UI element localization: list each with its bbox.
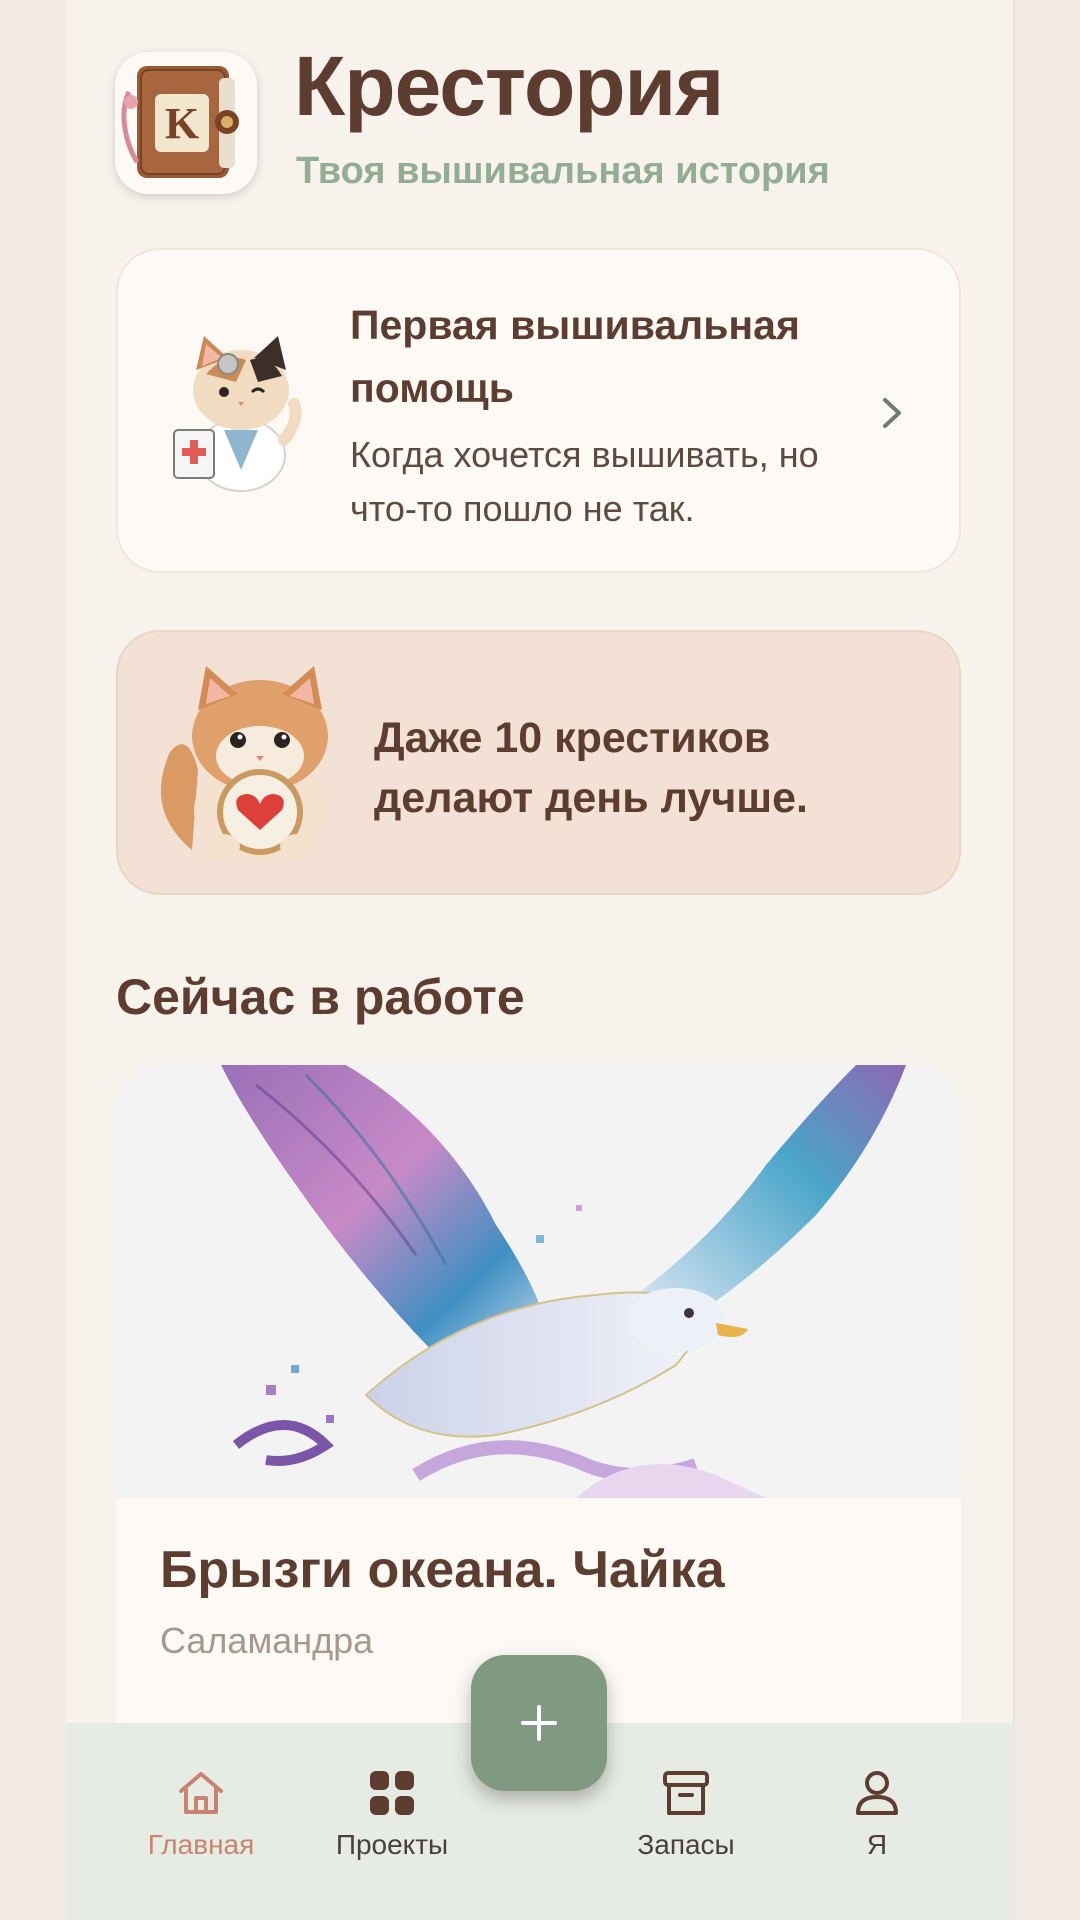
nav-label-projects: Проекты xyxy=(335,1829,449,1860)
motivation-text: Даже 10 крестиков делают день лучше. xyxy=(374,714,808,822)
grid-icon xyxy=(370,1771,414,1815)
nav-item-home[interactable]: Главная xyxy=(116,1767,286,1887)
first-aid-title: Первая вышивальная помощь xyxy=(350,302,800,411)
first-aid-card[interactable]: Первая вышивальная помощь Когда хочется … xyxy=(116,248,961,573)
cat-doctor-illustration xyxy=(173,336,302,492)
add-project-button[interactable] xyxy=(471,1655,607,1791)
cat-heart-illustration xyxy=(160,666,328,862)
project-image xyxy=(116,1065,961,1498)
user-icon xyxy=(856,1771,898,1815)
motivation-card: Даже 10 крестиков делают день лучше. xyxy=(116,630,961,895)
nav-label-home: Главная xyxy=(147,1829,255,1860)
app-logo: K xyxy=(115,52,257,194)
section-title: Сейчас в работе xyxy=(116,969,525,1025)
project-author: Саламандра xyxy=(160,1620,374,1661)
screen-edge xyxy=(1013,0,1015,1920)
nav-item-profile[interactable]: Я xyxy=(792,1767,962,1887)
plus-icon xyxy=(521,1705,557,1741)
nav-item-projects[interactable]: Проекты xyxy=(307,1767,477,1887)
first-aid-description: Когда хочется вышивать, но что-то пошло … xyxy=(350,434,819,529)
nav-label-profile: Я xyxy=(866,1829,888,1860)
nav-item-supplies[interactable]: Запасы xyxy=(601,1767,771,1887)
nav-label-supplies: Запасы xyxy=(637,1829,735,1860)
home-icon xyxy=(179,1772,223,1814)
app-title: Крестория xyxy=(294,39,724,133)
chevron-right-icon xyxy=(883,398,901,428)
app-subtitle: Твоя вышивальная история xyxy=(296,150,830,192)
archive-icon xyxy=(663,1771,709,1815)
project-title: Брызги океана. Чайка xyxy=(160,1541,725,1599)
home-screen: K Крестория Твоя вышивальная история Пер… xyxy=(66,0,1013,1920)
logo-letter: K xyxy=(165,99,199,148)
